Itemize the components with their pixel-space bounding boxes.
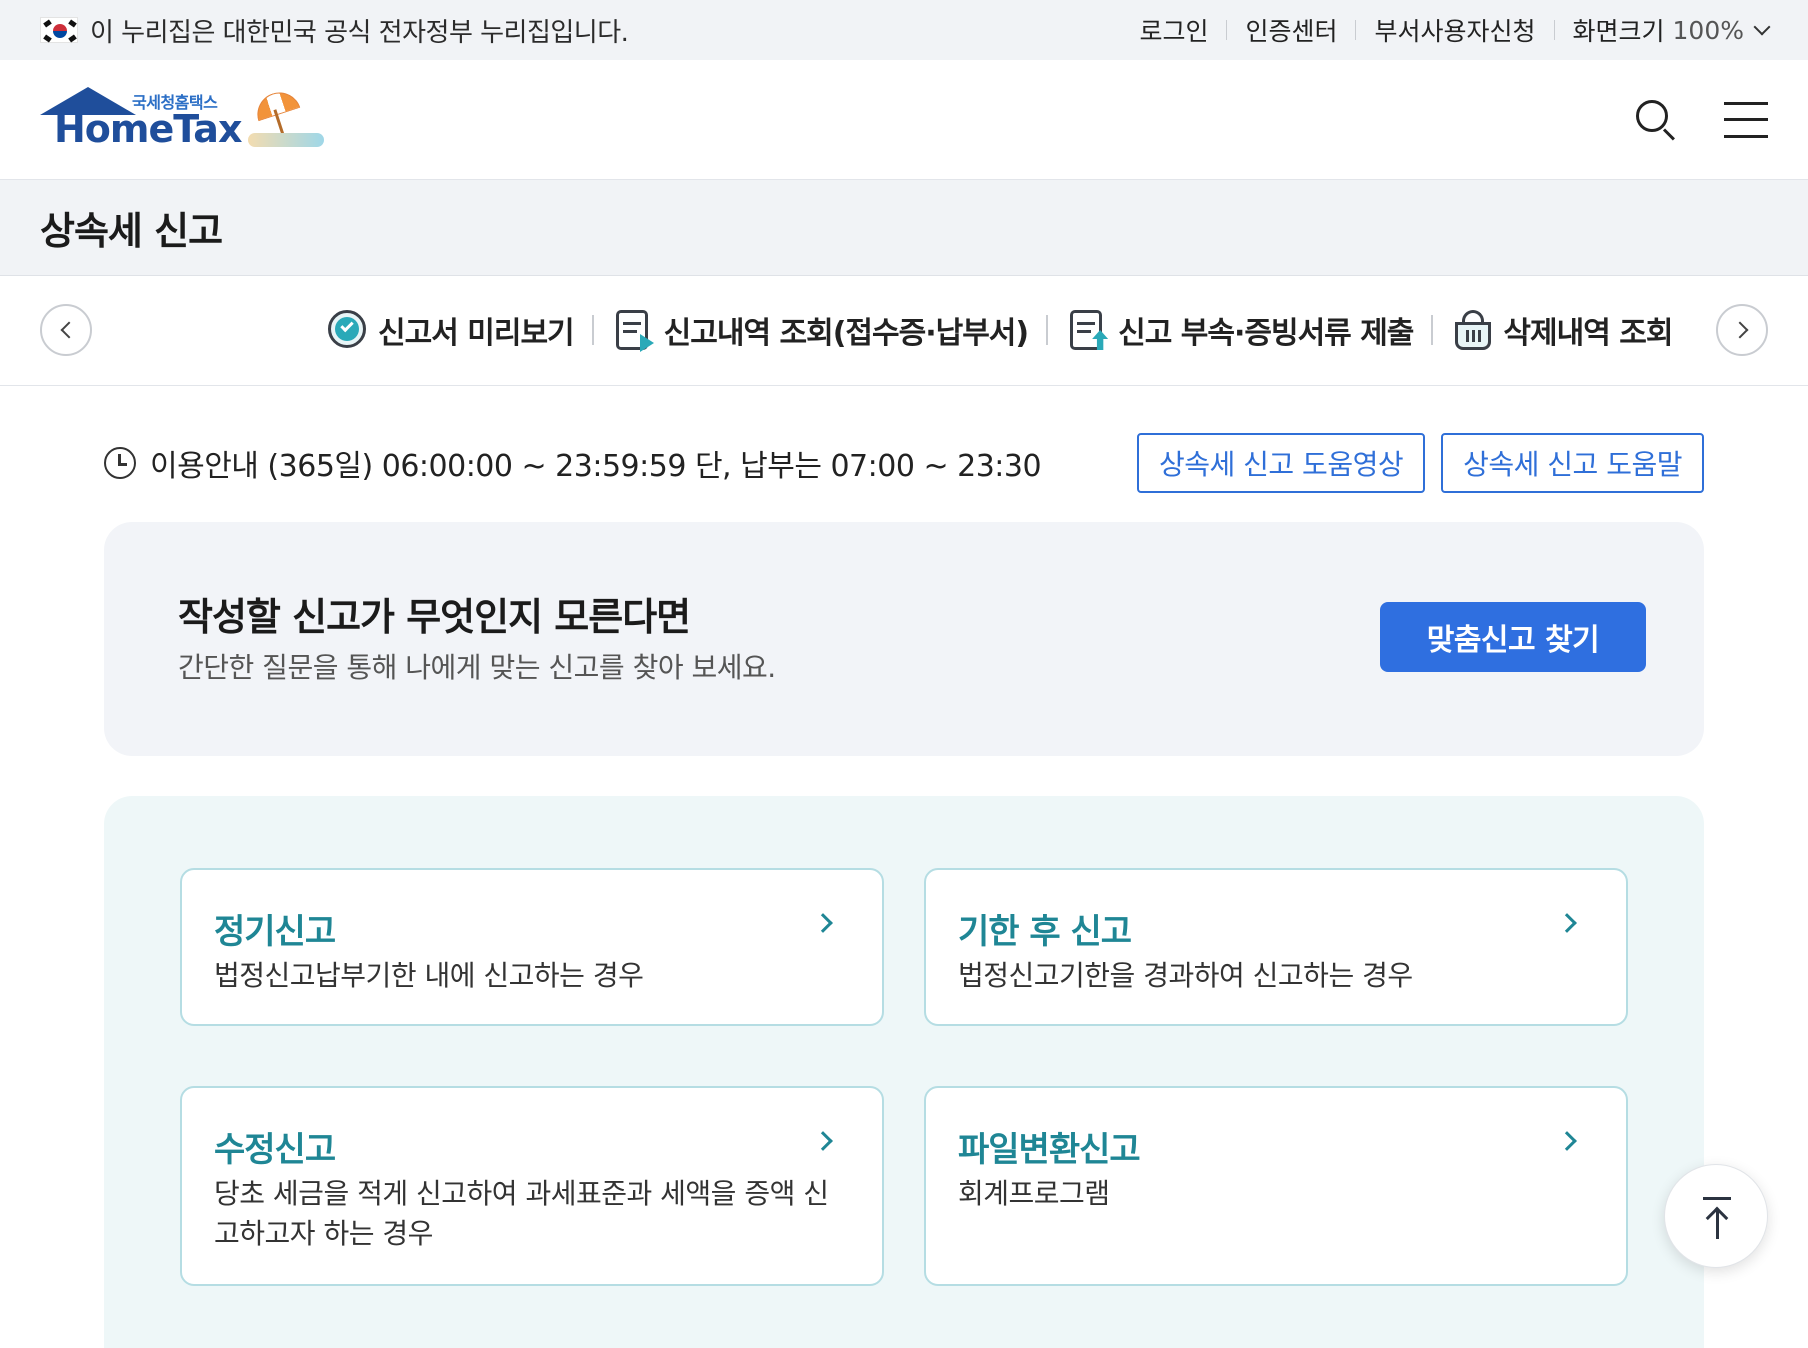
report-card-file-conversion[interactable]: 파일변환신고 회계프로그램 (924, 1086, 1628, 1286)
quick-item-label: 신고내역 조회(접수증·납부서) (663, 316, 1029, 351)
page-title-bar: 상속세 신고 (0, 180, 1808, 276)
chevron-right-icon (1557, 1131, 1577, 1151)
custom-report-guide: 작성할 신고가 무엇인지 모른다면 간단한 질문을 통해 나에게 맞는 신고를 … (104, 522, 1704, 756)
card-title: 수정신고 (214, 1130, 336, 1170)
divider (1431, 315, 1434, 345)
quick-item-deleted[interactable]: 삭제내역 조회 (1451, 308, 1673, 352)
site-header: 국세청홈택스 HomeTax (0, 60, 1808, 180)
zoom-select[interactable]: 화면크기 100% (1555, 12, 1771, 48)
card-title: 기한 후 신고 (958, 912, 1132, 952)
quick-item-label: 삭제내역 조회 (1503, 316, 1673, 351)
gov-notice-bar: 이 누리집은 대한민국 공식 전자정부 누리집입니다. 로그인 인증센터 부서사… (0, 0, 1808, 60)
guide-title: 작성할 신고가 무엇인지 모른다면 (178, 595, 691, 639)
usage-info-row: 이용안내 (365일) 06:00:00 ~ 23:59:59 단, 납부는 0… (104, 432, 1704, 494)
document-upload-icon (1066, 308, 1110, 352)
beach-umbrella-icon (248, 86, 324, 151)
header-actions (1636, 99, 1768, 140)
search-icon[interactable] (1636, 99, 1676, 140)
quick-nav-items: 신고서 미리보기 신고내역 조회(접수증·납부서) 신고 부속·증빙서류 제출 … (326, 304, 1673, 356)
usage-info: 이용안내 (365일) 06:00:00 ~ 23:59:59 단, 납부는 0… (104, 441, 1042, 485)
report-types: 정기신고 법정신고납부기한 내에 신고하는 경우 기한 후 신고 법정신고기한을… (104, 796, 1704, 1348)
quick-item-label: 신고서 미리보기 (378, 316, 575, 351)
korea-flag-icon (40, 17, 78, 43)
card-title: 정기신고 (214, 912, 336, 952)
quick-item-history[interactable]: 신고내역 조회(접수증·납부서) (612, 308, 1029, 352)
card-description: 회계프로그램 (958, 1177, 1110, 1210)
quick-item-preview[interactable]: 신고서 미리보기 (326, 308, 575, 352)
card-description: 법정신고납부기한 내에 신고하는 경우 (214, 959, 644, 992)
help-buttons: 상속세 신고 도움영상 상속세 신고 도움말 (1136, 433, 1704, 493)
hamburger-menu-icon[interactable] (1724, 101, 1768, 138)
quick-nav-next-button[interactable] (1716, 304, 1768, 356)
chevron-left-icon (60, 321, 77, 339)
chevron-down-icon (1753, 18, 1771, 36)
report-card-regular[interactable]: 정기신고 법정신고납부기한 내에 신고하는 경우 (180, 868, 884, 1026)
card-description: 당초 세금을 적게 신고하여 과세표준과 세액을 증액 신고하고자 하는 경우 (214, 1177, 829, 1250)
dept-user-apply-link[interactable]: 부서사용자신청 (1356, 12, 1553, 48)
report-card-amended[interactable]: 수정신고 당초 세금을 적게 신고하여 과세표준과 세액을 증액 신고하고자 하… (180, 1086, 884, 1286)
zoom-value: 100% (1672, 15, 1744, 45)
report-card-late[interactable]: 기한 후 신고 법정신고기한을 경과하여 신고하는 경우 (924, 868, 1628, 1026)
gov-notice: 이 누리집은 대한민국 공식 전자정부 누리집입니다. (40, 12, 629, 49)
chevron-right-icon (813, 913, 833, 933)
help-guide-button[interactable]: 상속세 신고 도움말 (1441, 433, 1704, 493)
clock-icon (104, 447, 136, 479)
chevron-right-icon (1557, 913, 1577, 933)
page-title: 상속세 신고 (40, 209, 223, 253)
quick-item-attachments[interactable]: 신고 부속·증빙서류 제출 (1066, 308, 1414, 352)
quick-item-label: 신고 부속·증빙서류 제출 (1118, 316, 1414, 351)
quick-nav: 신고서 미리보기 신고내역 조회(접수증·납부서) 신고 부속·증빙서류 제출 … (0, 276, 1808, 386)
logo-mark: 국세청홈택스 HomeTax (40, 85, 242, 155)
usage-hours-text: 이용안내 (365일) 06:00:00 ~ 23:59:59 단, 납부는 0… (150, 449, 1042, 484)
utility-links: 로그인 인증센터 부서사용자신청 화면크기 100% (1121, 12, 1771, 48)
help-video-button[interactable]: 상속세 신고 도움영상 (1136, 433, 1426, 493)
divider (591, 315, 594, 345)
scroll-to-top-button[interactable] (1664, 1164, 1768, 1268)
basket-icon (1451, 308, 1495, 352)
zoom-label: 화면크기 (1572, 17, 1665, 46)
card-title: 파일변환신고 (958, 1130, 1141, 1170)
logo-title: HomeTax (54, 106, 242, 151)
hometax-logo[interactable]: 국세청홈택스 HomeTax (40, 85, 324, 155)
divider (1046, 315, 1049, 345)
guide-subtitle: 간단한 질문을 통해 나에게 맞는 신고를 찾아 보세요. (178, 651, 776, 684)
chevron-right-icon (813, 1131, 833, 1151)
quick-nav-prev-button[interactable] (40, 304, 92, 356)
login-link[interactable]: 로그인 (1121, 12, 1226, 48)
preview-check-icon (326, 308, 370, 352)
document-play-icon (612, 308, 656, 352)
card-description: 법정신고기한을 경과하여 신고하는 경우 (958, 959, 1413, 992)
chevron-right-icon (1731, 321, 1748, 339)
find-custom-report-button[interactable]: 맞춤신고 찾기 (1380, 602, 1646, 672)
gov-notice-text: 이 누리집은 대한민국 공식 전자정부 누리집입니다. (90, 17, 629, 48)
cert-center-link[interactable]: 인증센터 (1227, 12, 1355, 48)
